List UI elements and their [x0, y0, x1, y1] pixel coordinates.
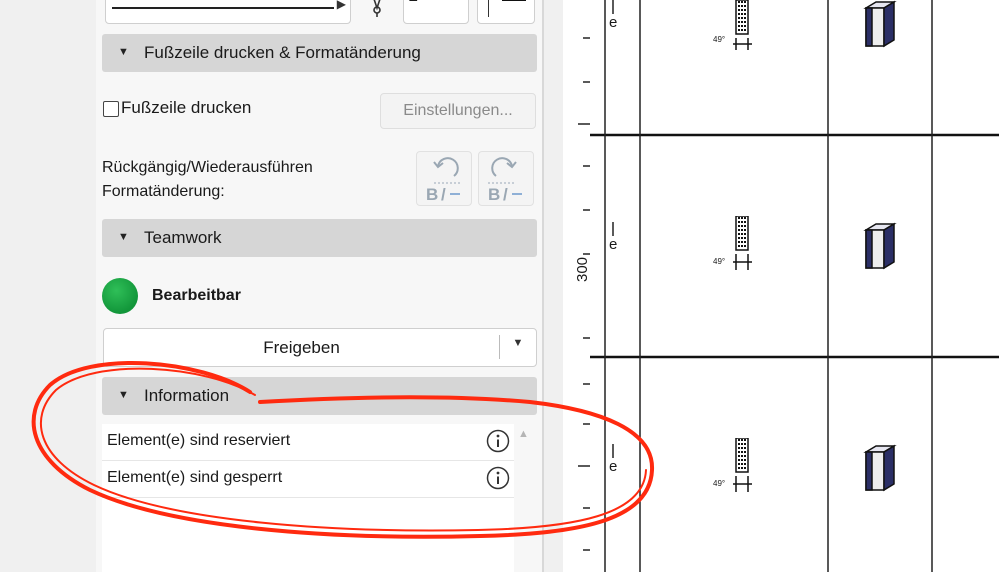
angle-label: 49°: [713, 35, 726, 44]
chevron-down-icon[interactable]: ▼: [502, 337, 534, 349]
pen-number-value: 1: [408, 0, 418, 6]
undo-redo-label: Rückgängig/Wiederausführen Formatänderun…: [102, 156, 313, 204]
angle-label: 49°: [713, 479, 726, 488]
drawing-canvas[interactable]: [563, 0, 999, 572]
door-symbol-icon[interactable]: [728, 438, 768, 498]
undo-format-button[interactable]: B /: [416, 151, 472, 206]
left-gutter: [0, 0, 96, 572]
element-label: e: [609, 458, 618, 475]
redo-icon: B /: [488, 157, 522, 202]
svg-text:B: B: [426, 185, 438, 202]
section-header-information[interactable]: ▼ Information: [102, 377, 537, 415]
element-label: e: [609, 236, 618, 253]
door-symbol-icon[interactable]: [728, 216, 768, 276]
collapse-triangle-icon: ▼: [118, 46, 129, 58]
section-header-teamwork[interactable]: ▼ Teamwork: [102, 219, 537, 257]
list-item[interactable]: Element(e) sind gesperrt: [102, 461, 514, 498]
collapse-triangle-icon: ▼: [118, 231, 129, 243]
status-label: Bearbeitbar: [152, 287, 241, 304]
undo-redo-label-line2: Formatänderung:: [102, 183, 225, 200]
section-title: Fußzeile drucken & Formatänderung: [144, 43, 421, 62]
color-swatch-black: [502, 0, 526, 1]
information-list: Element(e) sind reserviert Element(e) si…: [102, 424, 514, 572]
info-icon[interactable]: [486, 466, 510, 490]
share-split-button[interactable]: Freigeben ▼: [103, 328, 537, 367]
pen-number-field[interactable]: 1: [403, 0, 469, 24]
undo-icon: B /: [426, 157, 462, 202]
svg-text:/: /: [503, 185, 508, 202]
scroll-up-arrow-icon[interactable]: ▲: [518, 428, 529, 440]
list-item-text: Element(e) sind gesperrt: [107, 469, 283, 486]
line-type-dropdown[interactable]: ▶: [105, 0, 351, 24]
undo-redo-label-line1: Rückgängig/Wiederausführen: [102, 159, 313, 176]
status-indicator-icon: [102, 278, 138, 314]
dimension-value: 300: [574, 256, 591, 282]
chevron-down-icon: ▶: [336, 0, 346, 11]
panel-edge: [544, 0, 563, 572]
pen-color-swatch[interactable]: [477, 0, 535, 24]
info-icon[interactable]: [486, 429, 510, 453]
print-footer-label: Fußzeile drucken: [121, 98, 252, 117]
list-item[interactable]: Element(e) sind reserviert: [102, 424, 514, 461]
cabinet-3d-icon[interactable]: [862, 0, 898, 48]
cabinet-3d-icon[interactable]: [862, 444, 898, 494]
element-label: e: [609, 14, 618, 31]
print-footer-checkbox[interactable]: [103, 101, 119, 117]
cabinet-3d-icon[interactable]: [862, 222, 898, 272]
list-item-text: Element(e) sind reserviert: [107, 432, 291, 449]
svg-text:/: /: [441, 185, 446, 202]
redo-format-button[interactable]: B /: [478, 151, 534, 206]
section-title: Information: [144, 386, 230, 405]
split-separator: [499, 335, 500, 359]
section-title: Teamwork: [144, 228, 222, 247]
angle-label: 49°: [713, 257, 726, 266]
share-button-label[interactable]: Freigeben: [104, 338, 499, 358]
door-symbol-icon[interactable]: [728, 0, 768, 55]
line-type-preview: [112, 7, 334, 9]
swatch-separator: [488, 0, 489, 17]
svg-text:B: B: [488, 185, 500, 202]
collapse-triangle-icon: ▼: [118, 389, 129, 401]
settings-button[interactable]: Einstellungen...: [380, 93, 536, 129]
section-header-footer[interactable]: ▼ Fußzeile drucken & Formatänderung: [102, 34, 537, 72]
pen-icon: [373, 0, 381, 17]
